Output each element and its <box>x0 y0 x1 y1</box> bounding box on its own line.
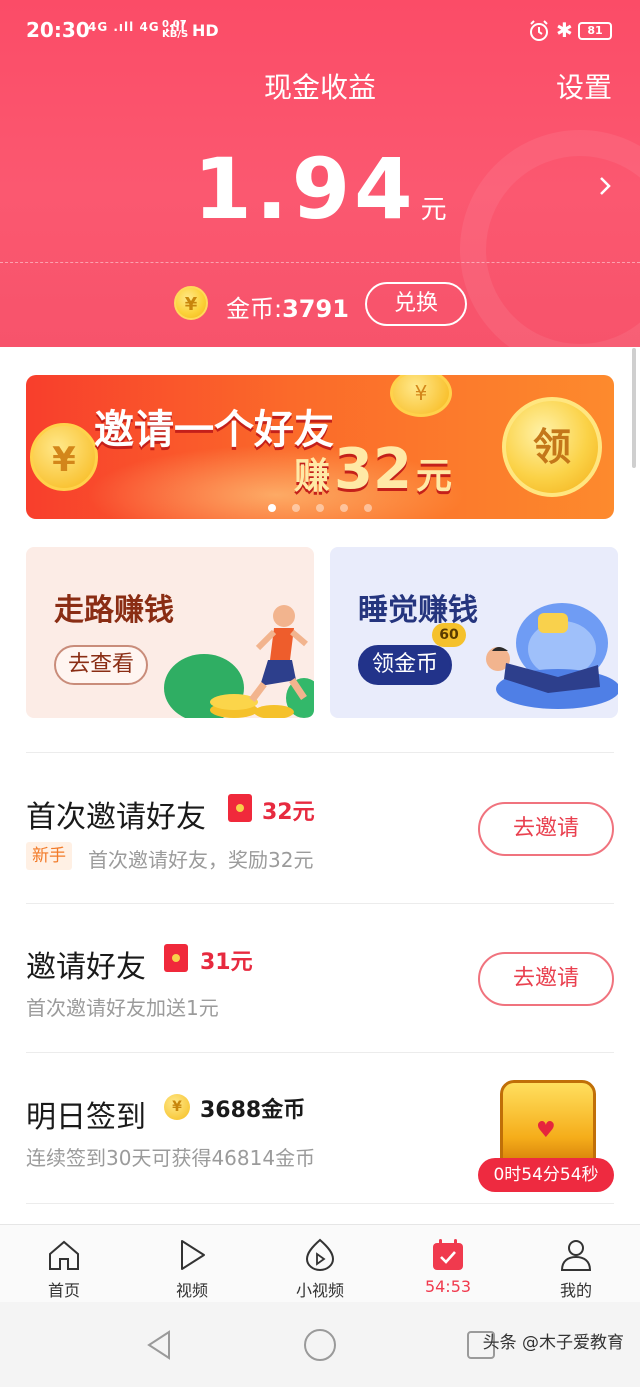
banner-unit: 元 <box>415 456 452 497</box>
bluetooth-icon: ✱ <box>556 18 573 42</box>
invite-button[interactable]: 去邀请 <box>478 952 614 1006</box>
nav-label: 视频 <box>175 1281 208 1300</box>
page-title: 现金收益 <box>263 71 376 104</box>
list-divider <box>26 903 614 904</box>
task-desc: 连续签到30天可获得46814金币 <box>26 1146 316 1170</box>
battery-icon: 81 <box>578 22 612 40</box>
treasure-chest[interactable]: ♥ 0时54分54秒 <box>478 1080 614 1192</box>
banner-amount: 32 <box>334 437 412 502</box>
coin-count-badge: 60 <box>432 623 466 647</box>
sleep-earn-card[interactable]: 睡觉赚钱 60 领金币 <box>330 547 618 718</box>
walk-card-title: 走路赚钱 <box>54 593 174 628</box>
home-icon <box>49 1240 79 1270</box>
coin-balance: 金币:3791 <box>226 289 349 324</box>
play-icon <box>181 1240 205 1270</box>
carousel-dot[interactable] <box>364 504 372 512</box>
scrollbar[interactable] <box>632 348 636 468</box>
task-title: 明日签到 <box>26 1100 146 1135</box>
watermark: 头条 @木子爱教育 <box>482 1333 624 1353</box>
carousel-dot[interactable] <box>340 504 348 512</box>
coin-icon: ¥ <box>390 375 452 417</box>
newbie-tag: 新手 <box>26 842 72 870</box>
view-button[interactable]: 去查看 <box>54 645 149 685</box>
net-speed-unit: KB/S <box>162 29 189 40</box>
carousel-dot[interactable] <box>268 504 276 512</box>
task-reward: 31元 <box>200 950 253 975</box>
nav-label: 首页 <box>47 1281 80 1300</box>
hd-icon: HD <box>192 21 219 40</box>
coin-label: 金币: <box>226 295 283 323</box>
list-divider <box>26 752 614 753</box>
task-reward: 3688金币 <box>200 1098 306 1123</box>
back-icon[interactable] <box>143 1328 177 1362</box>
system-nav-bar: 头条 @木子爱教育 <box>0 1302 640 1387</box>
task-title: 邀请好友 <box>26 950 146 985</box>
task-desc: 首次邀请好友加送1元 <box>26 996 219 1020</box>
list-divider <box>26 1052 614 1053</box>
task-reward: 32元 <box>262 800 315 825</box>
home-circle-icon[interactable] <box>303 1328 337 1362</box>
invite-banner[interactable]: ¥ ¥ 邀请一个好友 赚32 元 领 <box>26 375 614 519</box>
coin-icon: ¥ <box>30 423 98 491</box>
status-bar: 20:30 4G .ıll 4G .ıll 0.07 KB/S HD ✱ 81 <box>0 0 640 64</box>
nav-label: 我的 <box>559 1281 592 1300</box>
short-video-icon <box>305 1238 335 1271</box>
nav-profile[interactable]: 我的 <box>512 1225 640 1303</box>
task-title: 首次邀请好友 <box>26 800 206 835</box>
chevron-right-icon[interactable] <box>596 172 614 200</box>
nav-video[interactable]: 视频 <box>128 1225 256 1303</box>
nav-home[interactable]: 首页 <box>0 1225 128 1303</box>
claim-button[interactable]: 领 <box>502 397 602 497</box>
sleep-card-title: 睡觉赚钱 <box>358 593 478 628</box>
coin-balance-row: ¥ 金币:3791 兑换 <box>0 282 640 326</box>
balance-amount: 1.94 <box>193 140 417 238</box>
banner-earn: 赚 <box>294 456 331 497</box>
nav-short-video[interactable]: 小视频 <box>256 1225 384 1303</box>
cash-balance[interactable]: 1.94 元 <box>0 140 640 238</box>
coin-value: 3791 <box>282 295 349 323</box>
list-divider <box>26 1203 614 1204</box>
red-envelope-icon <box>228 794 252 822</box>
runner-illustration <box>164 605 314 718</box>
red-envelope-icon <box>164 944 188 972</box>
person-icon <box>560 1240 592 1271</box>
countdown-timer: 0时54分54秒 <box>478 1158 614 1192</box>
walk-earn-card[interactable]: 走路赚钱 去查看 <box>26 547 314 718</box>
calendar-check-icon <box>433 1239 463 1270</box>
balance-unit: 元 <box>420 195 447 225</box>
alarm-icon <box>530 20 548 41</box>
bottom-nav: 首页 视频 小视频 54:53 我的 <box>0 1224 640 1302</box>
carousel-dot[interactable] <box>292 504 300 512</box>
claim-coins-button[interactable]: 领金币 <box>358 645 453 685</box>
heart-icon: ♥ <box>536 1118 556 1143</box>
exchange-button[interactable]: 兑换 <box>365 282 467 326</box>
carousel-dots <box>26 504 614 512</box>
net-speed: 0.07 KB/S <box>162 20 188 40</box>
gold-coin-icon: ¥ <box>174 286 208 320</box>
nav-label: 54:53 <box>424 1277 472 1296</box>
earnings-header: 20:30 4G .ıll 4G .ıll 0.07 KB/S HD ✱ 81 … <box>0 0 640 347</box>
nav-checkin[interactable]: 54:53 <box>384 1225 512 1303</box>
nav-label: 小视频 <box>295 1281 344 1300</box>
sleeping-illustration <box>486 603 618 709</box>
invite-button[interactable]: 去邀请 <box>478 802 614 856</box>
carousel-dot[interactable] <box>316 504 324 512</box>
task-desc: 首次邀请好友，奖励32元 <box>88 848 314 872</box>
settings-button[interactable]: 设置 <box>556 66 612 106</box>
coin-icon: ¥ <box>164 1094 190 1120</box>
status-time: 20:30 <box>26 18 90 42</box>
header-divider <box>0 262 640 263</box>
banner-reward: 赚32 元 <box>294 437 452 502</box>
